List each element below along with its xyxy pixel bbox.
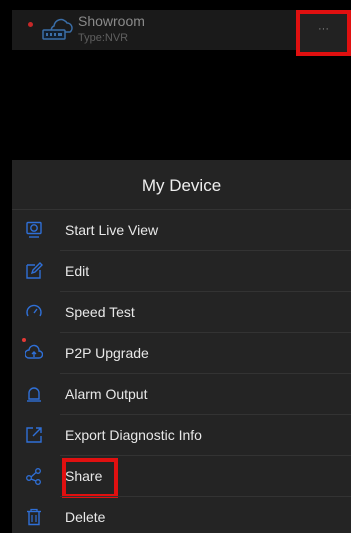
edit-icon <box>26 262 43 279</box>
sheet-title: My Device <box>12 160 351 210</box>
device-type: Type:NVR <box>78 32 129 44</box>
live-view-icon <box>26 221 42 238</box>
delete-icon <box>27 508 41 526</box>
menu-item-alarm-output[interactable]: Alarm Output <box>12 374 351 415</box>
menu-item-label: Share <box>65 468 103 484</box>
status-dot <box>28 22 33 27</box>
menu-item-label: Start Live View <box>65 222 159 238</box>
export-icon <box>26 427 42 443</box>
menu-item-edit[interactable]: Edit <box>12 251 351 292</box>
menu-item-label: Edit <box>65 263 90 279</box>
device-name: Showroom <box>78 13 145 29</box>
menu-item-delete[interactable]: Delete <box>12 497 351 533</box>
menu-item-label: Speed Test <box>65 304 135 320</box>
my-device-sheet: My Device Start Live View Edit Speed Tes… <box>12 160 351 533</box>
menu-item-label: Alarm Output <box>65 386 148 402</box>
menu-item-export-diagnostic-info[interactable]: Export Diagnostic Info <box>12 415 351 456</box>
menu-item-label: Export Diagnostic Info <box>65 427 202 443</box>
upgrade-icon <box>25 344 43 359</box>
device-row[interactable]: Showroom Type:NVR ··· <box>12 10 351 56</box>
menu-item-speed-test[interactable]: Speed Test <box>12 292 351 333</box>
menu-item-start-live-view[interactable]: Start Live View <box>12 210 351 251</box>
speed-test-icon <box>26 304 42 317</box>
menu-item-label: P2P Upgrade <box>65 345 149 361</box>
menu-item-label: Delete <box>65 509 106 525</box>
notification-dot <box>22 338 26 342</box>
alarm-output-icon <box>27 387 41 402</box>
menu-item-share[interactable]: Share <box>12 456 351 498</box>
more-button[interactable]: ··· <box>296 10 351 56</box>
share-icon <box>26 468 41 485</box>
menu-item-p2p-upgrade[interactable]: P2P Upgrade <box>12 333 351 374</box>
nvr-icon <box>42 18 73 40</box>
